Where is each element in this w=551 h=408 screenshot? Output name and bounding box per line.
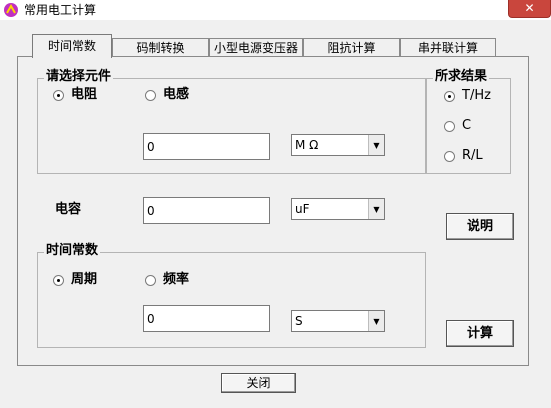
component-unit-select[interactable]: M Ω ▼ — [291, 134, 385, 156]
capacitance-input[interactable] — [143, 197, 270, 224]
tab-impedance[interactable]: 阻抗计算 — [303, 38, 400, 57]
radio-label: 电阻 — [71, 87, 98, 102]
app-logo-icon — [3, 2, 19, 18]
component-group-legend: 请选择元件 — [44, 69, 114, 84]
radio-result-t-hz[interactable]: T/Hz — [444, 88, 491, 104]
time-constant-group — [37, 252, 426, 348]
window-title: 常用电工计算 — [24, 3, 97, 17]
radio-label: T/Hz — [462, 88, 491, 103]
radio-dot — [444, 90, 455, 102]
result-group-legend: 所求结果 — [433, 69, 490, 84]
time-constant-group-legend: 时间常数 — [44, 243, 101, 258]
radio-label: 周期 — [71, 272, 98, 287]
chevron-down-icon: ▼ — [368, 135, 384, 155]
close-button[interactable]: 关闭 — [221, 373, 296, 393]
radio-result-c[interactable]: C — [444, 118, 471, 134]
component-value-input[interactable] — [143, 133, 270, 160]
time-constant-unit-value: S — [295, 314, 303, 328]
chevron-down-icon: ▼ — [368, 311, 384, 331]
explain-button[interactable]: 说明 — [446, 213, 514, 240]
time-constant-input[interactable] — [143, 305, 270, 332]
tab-series-parallel[interactable]: 串并联计算 — [400, 38, 496, 57]
radio-result-r-l[interactable]: R/L — [444, 148, 483, 164]
tab-time-constant[interactable]: 时间常数 — [32, 34, 112, 58]
radio-dot — [444, 150, 455, 162]
close-window-button[interactable]: ✕ — [508, 0, 551, 18]
capacitance-unit-value: uF — [295, 202, 310, 216]
close-icon: ✕ — [524, 1, 535, 15]
radio-inductor[interactable]: 电感 — [145, 87, 189, 103]
radio-frequency[interactable]: 频率 — [145, 272, 189, 288]
radio-dot — [53, 274, 64, 286]
calculate-button[interactable]: 计算 — [446, 320, 514, 347]
component-unit-value: M Ω — [295, 138, 319, 152]
tab-label: 时间常数 — [47, 39, 96, 53]
tab-label: 串并联计算 — [417, 41, 478, 55]
radio-label: 频率 — [163, 272, 190, 287]
chevron-down-icon: ▼ — [368, 199, 384, 219]
capacitance-label: 电容 — [55, 202, 82, 217]
tab-small-transformer[interactable]: 小型电源变压器 — [209, 38, 303, 57]
radio-dot — [145, 274, 156, 286]
radio-dot — [145, 89, 156, 101]
radio-label: R/L — [462, 148, 483, 163]
tab-label: 小型电源变压器 — [213, 41, 298, 55]
tab-code-conversion[interactable]: 码制转换 — [112, 38, 209, 57]
radio-label: 电感 — [163, 87, 190, 102]
tab-label: 阻抗计算 — [327, 41, 376, 55]
time-constant-unit-select[interactable]: S ▼ — [291, 310, 385, 332]
radio-resistor[interactable]: 电阻 — [53, 87, 97, 103]
radio-dot — [444, 120, 455, 132]
capacitance-unit-select[interactable]: uF ▼ — [291, 198, 385, 220]
radio-label: C — [462, 118, 472, 133]
radio-dot — [53, 89, 64, 101]
tab-label: 码制转换 — [136, 41, 185, 55]
radio-period[interactable]: 周期 — [53, 272, 97, 288]
